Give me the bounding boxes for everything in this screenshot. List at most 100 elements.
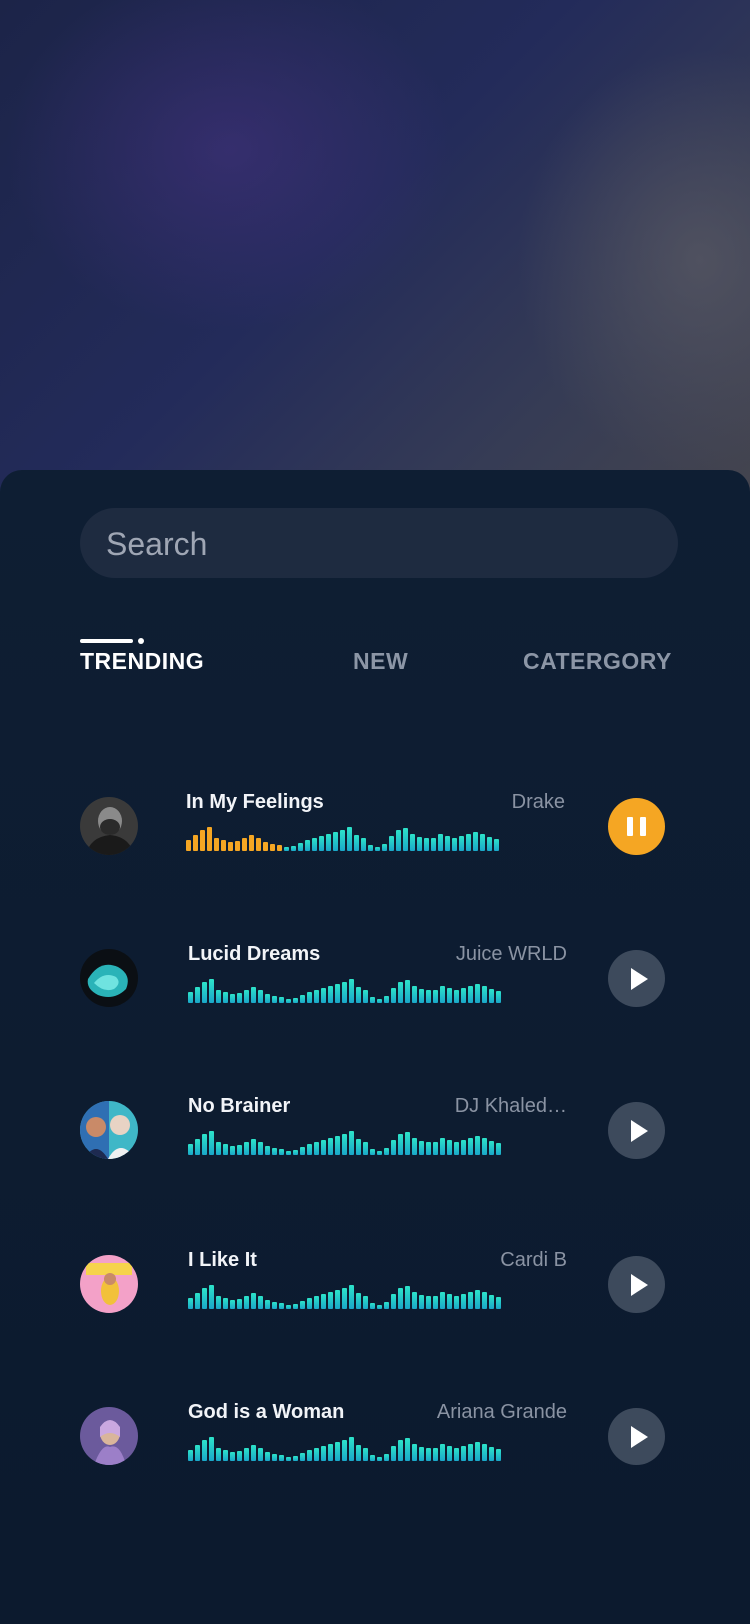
waveform-bar (223, 1298, 228, 1309)
search-input[interactable] (104, 508, 648, 580)
waveform-bar (468, 1444, 473, 1461)
waveform-bar (377, 1305, 382, 1309)
waveform-bar (482, 1444, 487, 1461)
waveform-bar (496, 1449, 501, 1461)
waveform-bar (335, 1442, 340, 1461)
waveform-bar (433, 1142, 438, 1155)
waveform-bar (230, 1146, 235, 1155)
waveform-bar (258, 1448, 263, 1461)
waveform-bar (375, 847, 380, 851)
waveform-bar (342, 1440, 347, 1461)
waveform-bar (447, 1446, 452, 1461)
waveform-bar (202, 1440, 207, 1461)
tab-category[interactable]: CATERGORY (523, 648, 672, 675)
waveform-bar (426, 1296, 431, 1309)
waveform[interactable] (188, 1437, 569, 1461)
waveform-bar (221, 840, 226, 851)
waveform-bar (349, 1437, 354, 1461)
waveform-bar (265, 1452, 270, 1461)
waveform-bar (326, 834, 331, 851)
waveform-bar (473, 832, 478, 851)
waveform-bar (263, 842, 268, 851)
waveform-bar (368, 845, 373, 851)
play-icon (631, 1274, 648, 1296)
waveform-bar (419, 1447, 424, 1461)
tab-trending[interactable]: TRENDING (80, 648, 204, 675)
waveform-bar (328, 1138, 333, 1155)
waveform-bar (419, 989, 424, 1003)
waveform-bar (286, 999, 291, 1003)
waveform-bar (335, 1290, 340, 1309)
waveform-bar (335, 1136, 340, 1155)
waveform-bar (209, 979, 214, 1003)
waveform-bar (265, 1300, 270, 1309)
waveform-bar (363, 1142, 368, 1155)
play-button[interactable] (608, 950, 665, 1007)
waveform-bar (279, 997, 284, 1003)
waveform-bar (382, 844, 387, 851)
waveform-bar (209, 1285, 214, 1309)
track-title: I Like It (188, 1249, 257, 1271)
waveform-bar (356, 987, 361, 1003)
tab-new[interactable]: NEW (353, 648, 408, 675)
waveform-bar (363, 1448, 368, 1461)
waveform-bar (195, 1445, 200, 1461)
play-button[interactable] (608, 1408, 665, 1465)
track-row-lucid-dreams[interactable]: Lucid Dreams Juice WRLD (0, 943, 750, 1019)
waveform-bar (230, 994, 235, 1003)
waveform-bar (480, 834, 485, 851)
waveform-bar (405, 1132, 410, 1155)
track-artist: Drake (511, 791, 565, 813)
waveform-bar (321, 1294, 326, 1309)
waveform-bar (216, 1296, 221, 1309)
waveform[interactable] (188, 1131, 569, 1155)
waveform-bar (461, 988, 466, 1003)
play-icon (631, 968, 648, 990)
waveform-bar (202, 982, 207, 1003)
track-row-god-is-a-woman[interactable]: God is a Woman Ariana Grande (0, 1401, 750, 1477)
waveform-bar (335, 984, 340, 1003)
track-row-no-brainer[interactable]: No Brainer DJ Khaled… (0, 1095, 750, 1171)
track-row-in-my-feelings[interactable]: In My Feelings Drake (0, 791, 750, 867)
tab-active-indicator (80, 639, 133, 643)
waveform-bar (242, 838, 247, 851)
waveform[interactable] (186, 827, 567, 851)
waveform-bar (412, 986, 417, 1003)
waveform[interactable] (188, 1285, 569, 1309)
waveform-bar (426, 1142, 431, 1155)
waveform-bar (396, 830, 401, 851)
waveform-bar (186, 840, 191, 851)
waveform-bar (461, 1294, 466, 1309)
waveform-bar (440, 986, 445, 1003)
waveform-bar (440, 1292, 445, 1309)
waveform-bar (286, 1305, 291, 1309)
play-button[interactable] (608, 1102, 665, 1159)
waveform-bar (293, 1456, 298, 1461)
waveform-bar (440, 1444, 445, 1461)
album-art-ariana-grande (80, 1407, 138, 1465)
waveform-bar (438, 834, 443, 851)
waveform-bar (405, 1438, 410, 1461)
waveform-bar (440, 1138, 445, 1155)
waveform[interactable] (188, 979, 569, 1003)
waveform-bar (363, 1296, 368, 1309)
track-row-i-like-it[interactable]: I Like It Cardi B (0, 1249, 750, 1325)
waveform-bar (377, 1457, 382, 1461)
waveform-bar (314, 1296, 319, 1309)
waveform-bar (356, 1445, 361, 1461)
waveform-bar (447, 988, 452, 1003)
waveform-bar (291, 846, 296, 851)
search-bar[interactable] (80, 508, 678, 580)
waveform-bar (461, 1140, 466, 1155)
waveform-bar (321, 1446, 326, 1461)
pause-button[interactable] (608, 798, 665, 855)
waveform-bar (230, 1452, 235, 1461)
waveform-bar (235, 841, 240, 851)
play-button[interactable] (608, 1256, 665, 1313)
waveform-bar (258, 1296, 263, 1309)
waveform-bar (265, 1146, 270, 1155)
waveform-bar (377, 999, 382, 1003)
waveform-bar (426, 1448, 431, 1461)
waveform-bar (412, 1292, 417, 1309)
waveform-bar (300, 995, 305, 1003)
